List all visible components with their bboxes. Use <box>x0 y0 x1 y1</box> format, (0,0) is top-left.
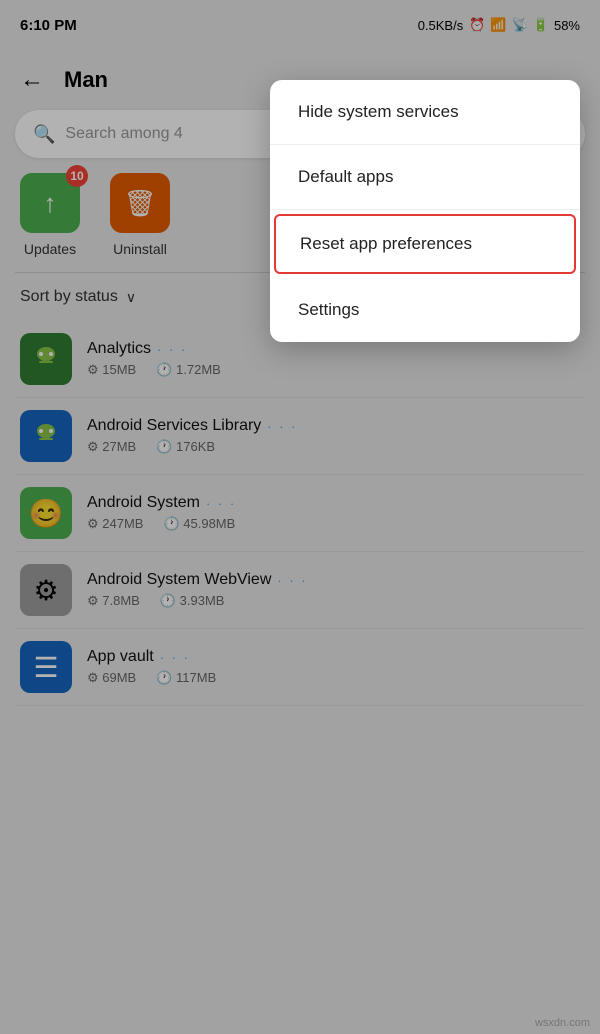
menu-item-hide-system[interactable]: Hide system services <box>270 80 580 145</box>
default-apps-label: Default apps <box>298 167 393 187</box>
settings-label: Settings <box>298 300 359 320</box>
menu-item-settings[interactable]: Settings <box>270 278 580 342</box>
hide-system-label: Hide system services <box>298 102 459 122</box>
dropdown-menu: Hide system services Default apps Reset … <box>270 80 580 342</box>
reset-prefs-label: Reset app preferences <box>300 234 472 254</box>
menu-item-reset-prefs[interactable]: Reset app preferences <box>274 214 576 274</box>
menu-item-default-apps[interactable]: Default apps <box>270 145 580 210</box>
